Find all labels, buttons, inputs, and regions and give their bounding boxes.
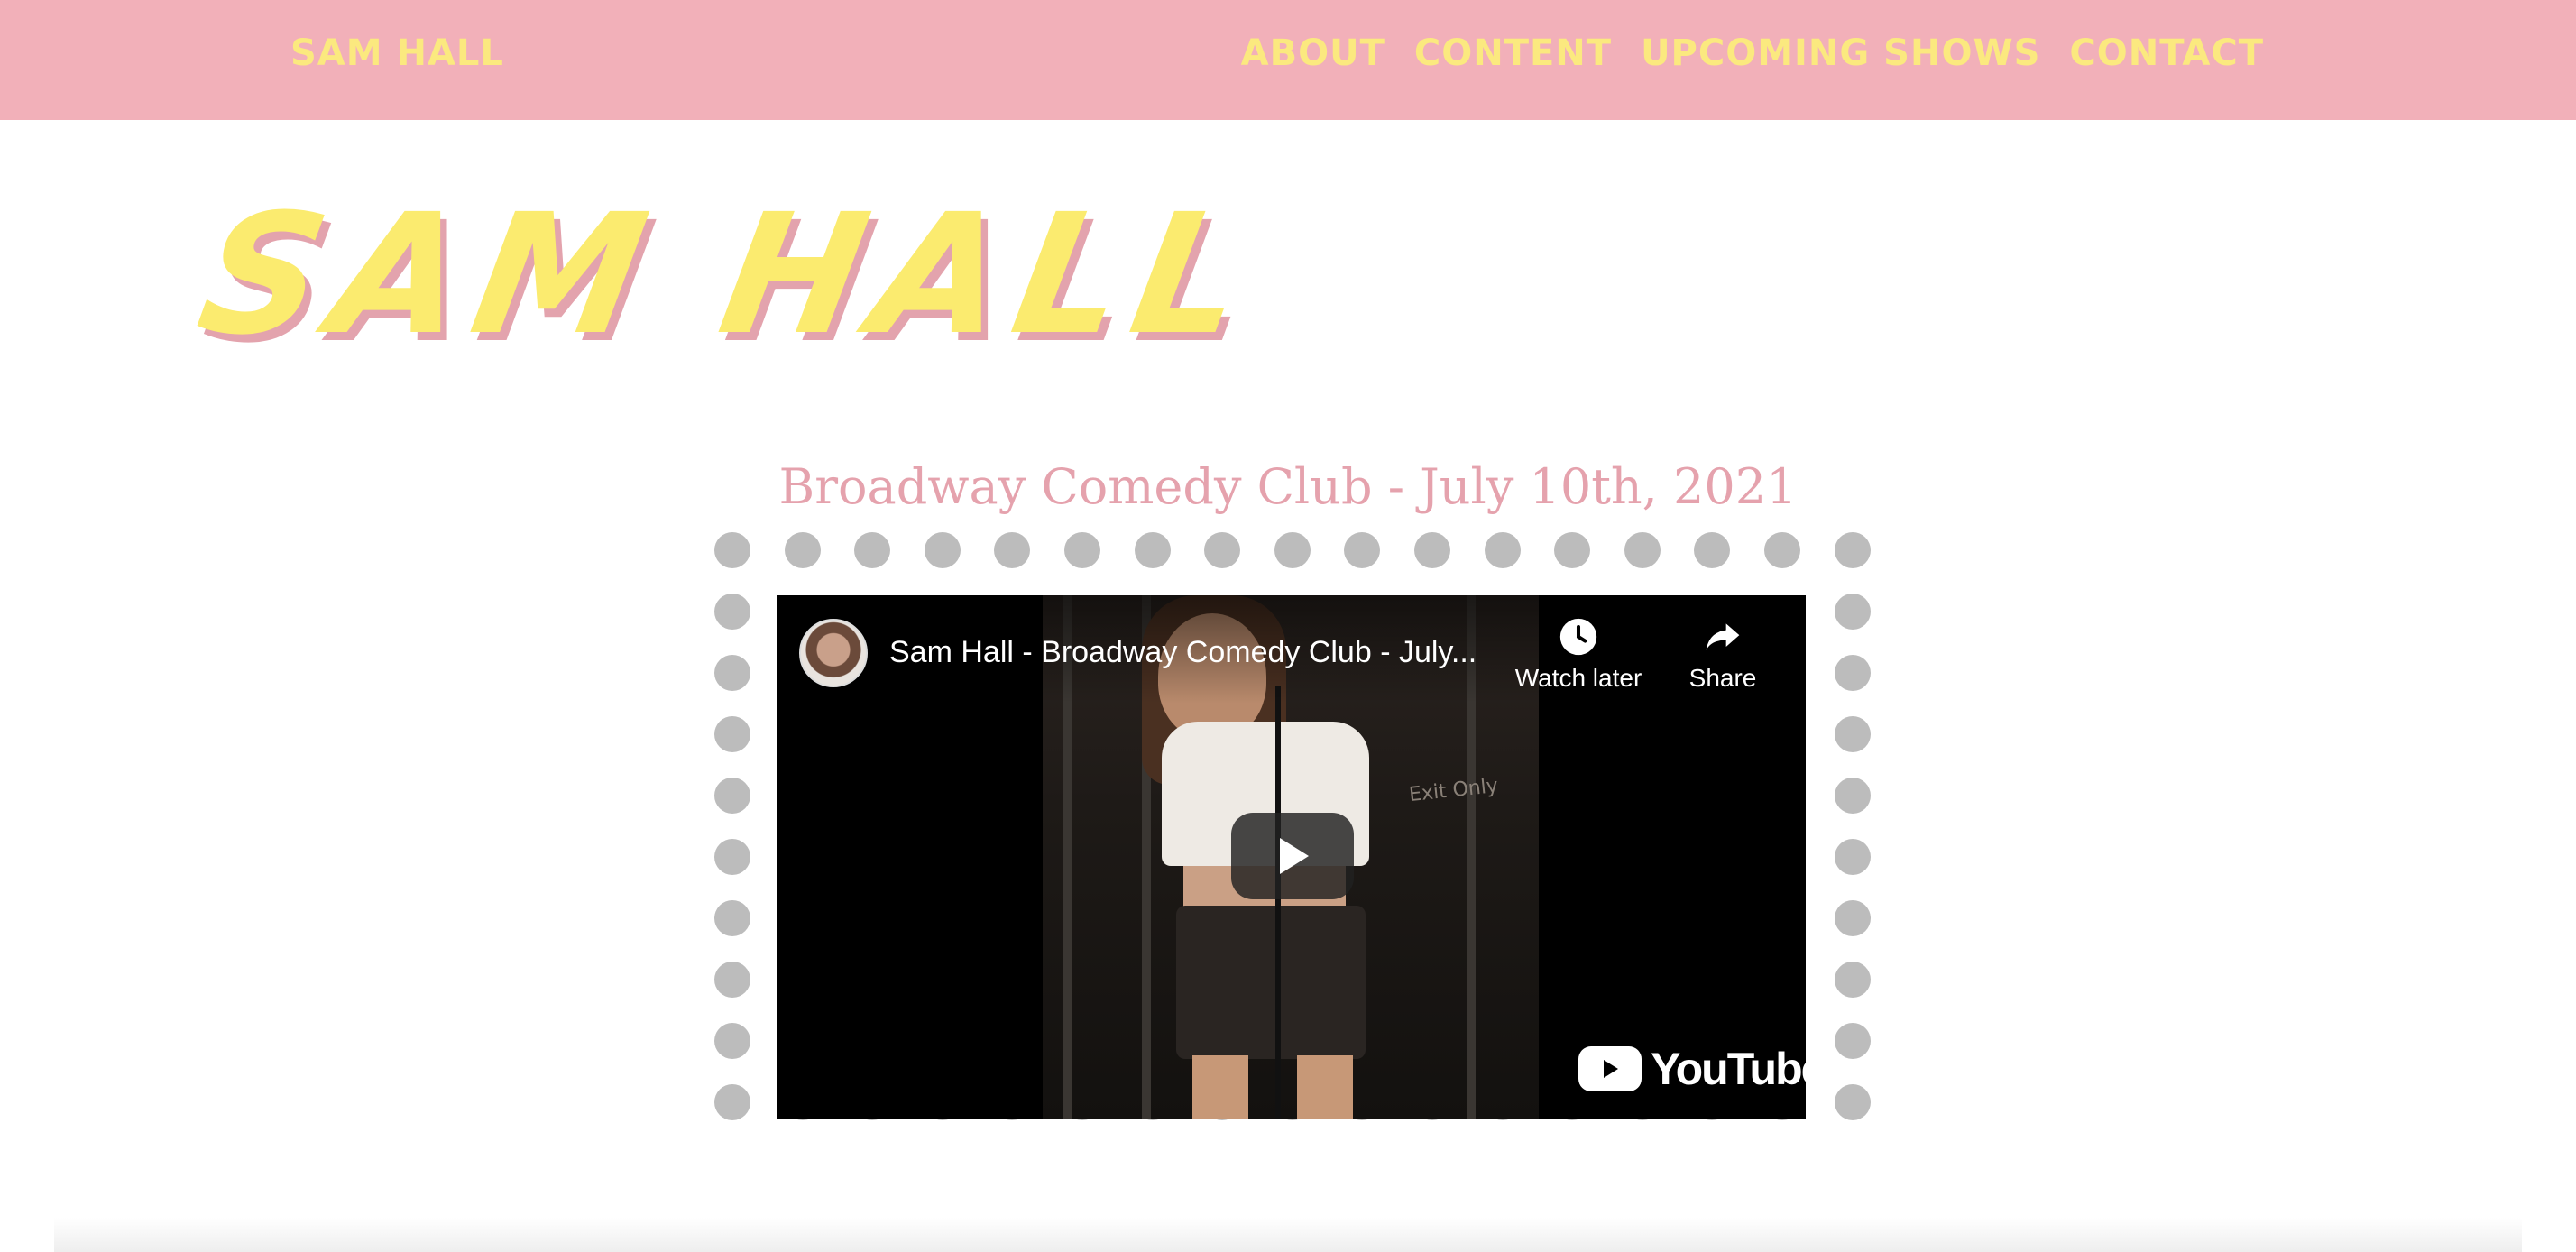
share-button[interactable]: Share	[1651, 617, 1795, 693]
frame-dot	[1414, 532, 1450, 568]
frame-dot	[714, 716, 750, 752]
frame-dot	[1835, 532, 1871, 568]
frame-dot	[925, 532, 961, 568]
nav-brand-link[interactable]: SAM HALL	[290, 32, 504, 74]
frame-dot	[1835, 716, 1871, 752]
show-heading: Broadway Comedy Club - July 10th, 2021	[778, 458, 1798, 515]
share-label: Share	[1688, 664, 1757, 692]
youtube-embed[interactable]: Exit Only Sam Hall - Broadway Comedy Clu…	[777, 595, 1806, 1119]
frame-dot	[714, 900, 750, 936]
top-navbar: SAM HALL ABOUT CONTENT UPCOMING SHOWS CO…	[0, 0, 2576, 120]
performer-leg	[1192, 1055, 1248, 1119]
exit-sign-text: Exit Only	[1407, 774, 1500, 807]
hero-title: SAM HALL	[186, 179, 1272, 372]
frame-dot	[1485, 532, 1521, 568]
frame-dot	[1835, 655, 1871, 691]
youtube-logo-link[interactable]: YouTube	[1578, 1043, 1806, 1095]
frame-dot	[854, 532, 890, 568]
frame-dot	[785, 532, 821, 568]
frame-dot	[714, 594, 750, 630]
performer-leg	[1297, 1055, 1353, 1119]
nav-links: ABOUT CONTENT UPCOMING SHOWS CONTACT	[1241, 32, 2264, 74]
frame-dot	[714, 1023, 750, 1059]
frame-dot	[1835, 962, 1871, 998]
frame-dot	[1835, 900, 1871, 936]
frame-dot	[1344, 532, 1380, 568]
frame-dot	[1835, 839, 1871, 875]
nav-link-content[interactable]: CONTENT	[1414, 32, 1612, 74]
frame-dot	[1554, 532, 1590, 568]
frame-dot	[1835, 594, 1871, 630]
frame-dot	[1835, 1023, 1871, 1059]
nav-link-about[interactable]: ABOUT	[1241, 32, 1385, 74]
frame-dot	[1135, 532, 1171, 568]
frame-dot	[714, 839, 750, 875]
performer-shorts	[1176, 906, 1366, 1059]
frame-dot	[714, 962, 750, 998]
frame-dot	[1764, 532, 1800, 568]
frame-dot	[1835, 1084, 1871, 1120]
nav-link-upcoming-shows[interactable]: UPCOMING SHOWS	[1641, 32, 2040, 74]
frame-dot	[714, 655, 750, 691]
frame-dot	[1064, 532, 1100, 568]
youtube-logo-icon	[1578, 1046, 1642, 1091]
nav-link-contact[interactable]: CONTACT	[2069, 32, 2264, 74]
youtube-logo-text: YouTube	[1651, 1044, 1806, 1094]
frame-dot	[714, 532, 750, 568]
watch-later-button[interactable]: Watch later	[1506, 617, 1651, 693]
microphone-stand	[1275, 686, 1281, 1119]
frame-dot	[1694, 532, 1730, 568]
frame-dot	[714, 1084, 750, 1120]
clock-icon	[1559, 618, 1597, 656]
share-arrow-icon	[1706, 623, 1740, 650]
frame-dot	[1204, 532, 1240, 568]
frame-dot	[714, 778, 750, 814]
section-bottom-shadow	[54, 1218, 2522, 1252]
frame-dot	[1624, 532, 1661, 568]
channel-avatar[interactable]	[799, 619, 868, 687]
watch-later-label: Watch later	[1514, 664, 1642, 692]
play-icon	[1280, 838, 1309, 874]
frame-dot	[1274, 532, 1311, 568]
video-title-link[interactable]: Sam Hall - Broadway Comedy Club - July..…	[889, 635, 1512, 670]
frame-dot	[994, 532, 1030, 568]
frame-dot	[1835, 778, 1871, 814]
play-button[interactable]	[1231, 813, 1354, 899]
